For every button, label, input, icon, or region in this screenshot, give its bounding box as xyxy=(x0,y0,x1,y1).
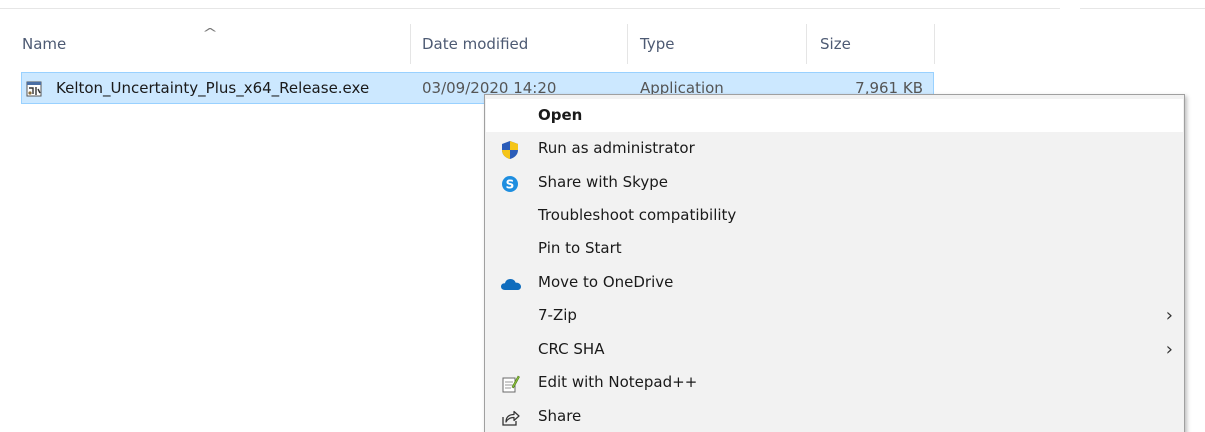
menu-item-troubleshoot-compatibility[interactable]: Troubleshoot compatibility xyxy=(486,199,1183,232)
menu-item-label: Run as administrator xyxy=(538,139,695,157)
column-header-type-label: Type xyxy=(640,35,675,53)
file-name[interactable]: Kelton_Uncertainty_Plus_x64_Release.exe xyxy=(56,73,369,103)
ribbon-divider-right xyxy=(1080,8,1205,9)
column-header-date-modified[interactable]: Date modified xyxy=(422,24,627,64)
column-header-size-label: Size xyxy=(820,35,851,53)
uac-shield-icon xyxy=(500,139,520,159)
menu-item-label: CRC SHA xyxy=(538,340,605,358)
menu-item-open[interactable]: Open xyxy=(486,99,1183,132)
menu-item-share-with-skype[interactable]: S Share with Skype xyxy=(486,166,1183,199)
menu-item-label: Share xyxy=(538,407,582,425)
menu-item-label: Move to OneDrive xyxy=(538,273,674,291)
menu-item-move-to-onedrive[interactable]: Move to OneDrive xyxy=(486,266,1183,299)
notepadpp-icon xyxy=(500,373,520,393)
svg-text:S: S xyxy=(506,178,515,192)
menu-item-label: Edit with Notepad++ xyxy=(538,373,698,391)
file-explorer-window: ^ Name Date modified Type Size Kelton_Un… xyxy=(0,0,1205,432)
chevron-right-icon: › xyxy=(1165,305,1173,326)
column-header-date-label: Date modified xyxy=(422,35,529,53)
column-divider[interactable] xyxy=(806,24,807,64)
column-header-row: ^ Name Date modified Type Size xyxy=(0,24,1205,64)
column-header-name[interactable]: Name xyxy=(22,24,410,64)
menu-item-pin-to-start[interactable]: Pin to Start xyxy=(486,232,1183,265)
context-menu: Open Run as administrator S Share with S… xyxy=(484,94,1185,432)
menu-item-7zip[interactable]: 7-Zip › xyxy=(486,299,1183,332)
column-header-size[interactable]: Size xyxy=(820,24,933,64)
menu-item-share[interactable]: Share xyxy=(486,400,1183,432)
menu-item-label: 7-Zip xyxy=(538,306,577,324)
menu-item-label: Pin to Start xyxy=(538,239,622,257)
share-icon xyxy=(500,407,520,427)
chevron-right-icon: › xyxy=(1165,339,1173,360)
application-exe-icon xyxy=(24,79,44,99)
menu-item-run-as-administrator[interactable]: Run as administrator xyxy=(486,132,1183,165)
onedrive-cloud-icon xyxy=(500,273,521,293)
column-divider[interactable] xyxy=(627,24,628,64)
menu-item-label: Troubleshoot compatibility xyxy=(538,206,737,224)
column-divider[interactable] xyxy=(410,24,411,64)
skype-icon: S xyxy=(500,173,520,193)
column-header-name-label: Name xyxy=(22,35,67,53)
ribbon-divider xyxy=(0,8,1060,9)
column-header-type[interactable]: Type xyxy=(640,24,805,64)
menu-item-edit-with-notepadpp[interactable]: Edit with Notepad++ xyxy=(486,366,1183,399)
menu-item-label: Open xyxy=(538,106,583,124)
column-divider[interactable] xyxy=(934,24,935,64)
menu-item-label: Share with Skype xyxy=(538,173,668,191)
menu-item-crc-sha[interactable]: CRC SHA › xyxy=(486,333,1183,366)
